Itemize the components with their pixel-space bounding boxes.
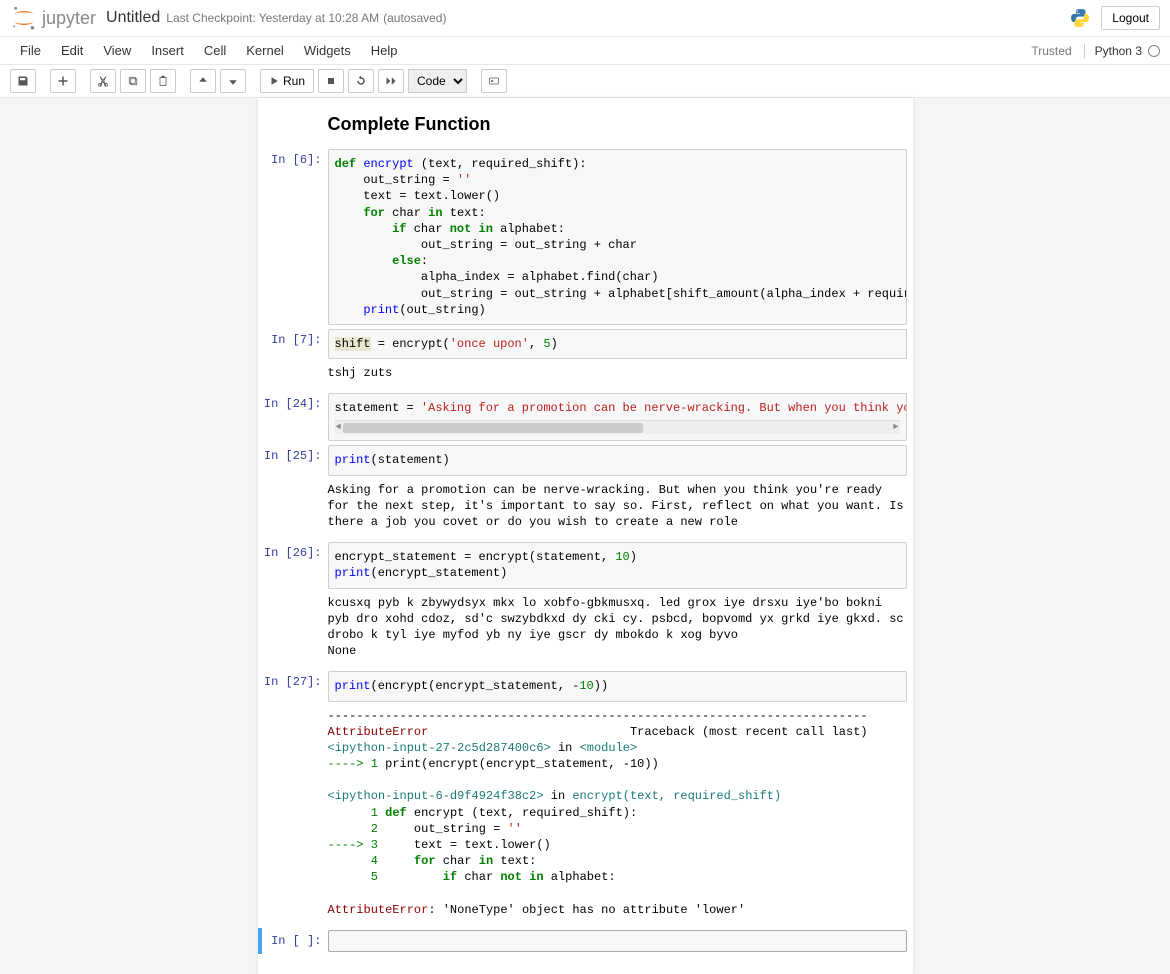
code-input[interactable]: statement = 'Asking for a promotion can … [328,393,907,441]
menu-kernel[interactable]: Kernel [236,39,294,62]
paste-button[interactable] [150,69,176,93]
code-cell[interactable]: In [7]:shift = encrypt('once upon', 5) [258,327,913,361]
code-cell[interactable]: In [24]:statement = 'Asking for a promot… [258,391,913,443]
kernel-name: Python 3 [1095,44,1142,58]
code-cell[interactable]: In [6]:def encrypt (text, required_shift… [258,147,913,327]
restart-run-button[interactable] [378,69,404,93]
cell-output: tshj zuts [258,361,913,391]
copy-button[interactable] [120,69,146,93]
trusted-indicator[interactable]: Trusted [1031,44,1071,58]
python-icon [1069,7,1091,29]
add-cell-button[interactable] [50,69,76,93]
input-prompt: In [26]: [264,542,328,588]
code-cell[interactable]: In [ ]: [258,928,913,954]
menu-cell[interactable]: Cell [194,39,236,62]
jupyter-logo-icon [10,4,38,32]
code-input[interactable]: print(encrypt(encrypt_statement, -10)) [328,671,907,701]
input-prompt: In [ ]: [264,930,328,952]
input-prompt: In [25]: [264,445,328,475]
kernel-indicator[interactable]: Python 3 [1084,44,1160,58]
menu-file[interactable]: File [10,39,51,62]
horizontal-scrollbar[interactable]: ◄► [335,420,900,434]
run-button[interactable]: Run [260,69,314,93]
stop-button[interactable] [318,69,344,93]
notebook-container: Complete Function In [6]:def encrypt (te… [258,98,913,974]
input-prompt: In [6]: [264,149,328,325]
code-input[interactable]: encrypt_statement = encrypt(statement, 1… [328,542,907,588]
input-prompt: In [7]: [264,329,328,359]
command-palette-button[interactable] [481,69,507,93]
notebook-title[interactable]: Untitled [106,9,160,27]
restart-button[interactable] [348,69,374,93]
play-icon [269,76,279,86]
logout-button[interactable]: Logout [1101,6,1160,30]
save-button[interactable] [10,69,36,93]
input-prompt: In [24]: [264,393,328,441]
menu-edit[interactable]: Edit [51,39,93,62]
move-down-button[interactable] [220,69,246,93]
jupyter-logo[interactable]: jupyter [10,4,96,32]
cell-output: kcusxq pyb k zbywydsyx mkx lo xobfo-gbkm… [258,591,913,670]
menu-view[interactable]: View [93,39,141,62]
code-input[interactable]: shift = encrypt('once upon', 5) [328,329,907,359]
input-prompt: In [27]: [264,671,328,701]
menu-insert[interactable]: Insert [141,39,194,62]
logo-text: jupyter [42,8,96,29]
code-cell[interactable]: In [26]:encrypt_statement = encrypt(stat… [258,540,913,590]
kernel-status-icon [1148,45,1160,57]
cell-traceback: ----------------------------------------… [258,704,913,928]
code-input[interactable]: print(statement) [328,445,907,475]
menu-help[interactable]: Help [361,39,408,62]
run-label: Run [283,74,305,88]
markdown-cell[interactable]: Complete Function [258,110,913,147]
menu-widgets[interactable]: Widgets [294,39,361,62]
code-cell[interactable]: In [27]:print(encrypt(encrypt_statement,… [258,669,913,703]
heading: Complete Function [328,114,883,135]
code-input[interactable]: def encrypt (text, required_shift): out_… [328,149,907,325]
checkpoint-text: Last Checkpoint: Yesterday at 10:28 AM [166,11,379,25]
cut-button[interactable] [90,69,116,93]
move-up-button[interactable] [190,69,216,93]
code-cell[interactable]: In [25]:print(statement) [258,443,913,477]
code-input[interactable] [328,930,907,952]
autosave-text: (autosaved) [383,11,446,25]
celltype-select[interactable]: Code [408,69,467,93]
cell-output: Asking for a promotion can be nerve-wrac… [258,478,913,541]
